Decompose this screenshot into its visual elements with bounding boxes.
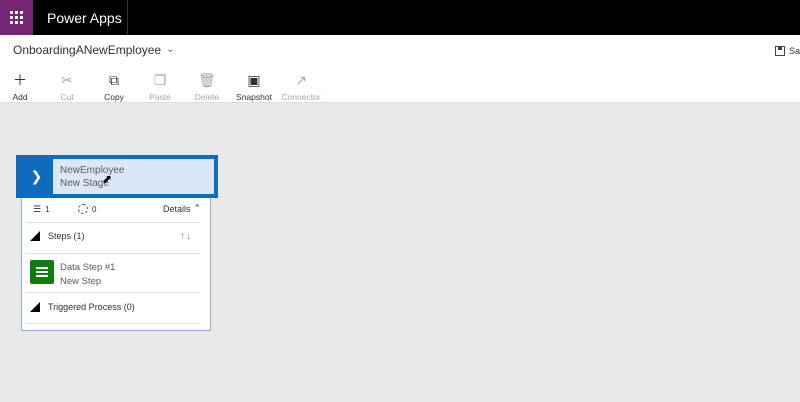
step-name[interactable]: Data Step #1 xyxy=(60,262,115,273)
paste-button[interactable]: ❐ Paste xyxy=(138,71,182,103)
steps-section-header[interactable]: Steps (1) xyxy=(30,231,200,241)
cut-button[interactable]: ✂ Cut xyxy=(45,71,89,103)
list-icon: ☰ xyxy=(33,204,42,214)
stage-header[interactable]: ❯ NewEmployee New Stage ⬈ xyxy=(16,155,218,198)
triggered-process-label: Triggered Process (0) xyxy=(48,302,135,312)
paste-label: Paste xyxy=(149,92,171,102)
chevron-up-icon: ⌃ xyxy=(193,203,202,213)
delete-button[interactable]: 🗑 Delete xyxy=(185,71,229,103)
top-bar: Power Apps xyxy=(0,0,800,35)
expand-triangle-icon xyxy=(30,231,40,241)
steps-count: ☰ 1 xyxy=(33,204,50,215)
cut-label: Cut xyxy=(60,92,74,102)
steps-section-label: Steps (1) xyxy=(48,231,85,241)
process-name: OnboardingANewEmployee xyxy=(13,43,162,57)
snapshot-label: Snapshot xyxy=(236,92,272,102)
connector-icon: ↗ xyxy=(295,71,307,88)
snapshot-button[interactable]: ▣ Snapshot xyxy=(232,71,276,103)
delete-label: Delete xyxy=(194,92,220,102)
paste-icon: ❐ xyxy=(153,71,167,88)
copy-label: Copy xyxy=(104,92,124,102)
details-toggle[interactable]: Details ⌃ xyxy=(163,203,201,214)
loop-icon xyxy=(78,204,88,214)
chevron-down-icon: ⌄ xyxy=(166,43,175,55)
loop-count-value: 0 xyxy=(92,204,97,214)
process-name-dropdown[interactable]: OnboardingANewEmployee ⌄ xyxy=(13,43,174,57)
trash-icon: 🗑 xyxy=(198,71,216,88)
app-title[interactable]: Power Apps xyxy=(47,10,122,26)
data-step-icon[interactable] xyxy=(30,260,54,284)
reorder-arrows-icon[interactable]: ↑↓ xyxy=(180,231,192,242)
stage-meta-row: ☰ 1 0 Details ⌃ xyxy=(33,203,205,217)
details-label: Details xyxy=(163,203,191,214)
plus-icon: ＋ xyxy=(13,72,27,88)
divider xyxy=(26,292,200,293)
save-icon xyxy=(775,46,785,56)
divider xyxy=(26,323,200,324)
save-label: Sav xyxy=(789,46,800,56)
command-bar: OnboardingANewEmployee ⌄ Sav ＋ Add ✂ Cut… xyxy=(0,35,800,103)
steps-count-value: 1 xyxy=(45,205,50,214)
scissors-icon: ✂ xyxy=(61,71,73,88)
stage-chevron-icon: ❯ xyxy=(20,159,53,194)
add-button[interactable]: ＋ Add xyxy=(0,72,42,102)
step-type: New Step xyxy=(60,276,102,287)
waffle-icon[interactable] xyxy=(0,0,33,35)
camera-icon: ▣ xyxy=(247,71,261,88)
divider xyxy=(26,222,200,223)
connector-button[interactable]: ↗ Connector xyxy=(279,71,323,103)
copy-button[interactable]: ⧉ Copy xyxy=(92,71,136,103)
loop-count: 0 xyxy=(78,204,96,214)
connector-label: Connector xyxy=(281,92,321,102)
copy-icon: ⧉ xyxy=(109,71,119,88)
divider xyxy=(26,253,200,254)
stage-name: NewEmployee xyxy=(60,165,125,176)
save-button[interactable]: Sav xyxy=(775,46,800,56)
expand-triangle-icon xyxy=(30,302,40,312)
topbar-divider xyxy=(127,0,128,35)
add-label: Add xyxy=(12,92,28,102)
triggered-process-section[interactable]: Triggered Process (0) xyxy=(30,302,200,312)
mouse-cursor-icon: ⬈ xyxy=(102,172,113,186)
